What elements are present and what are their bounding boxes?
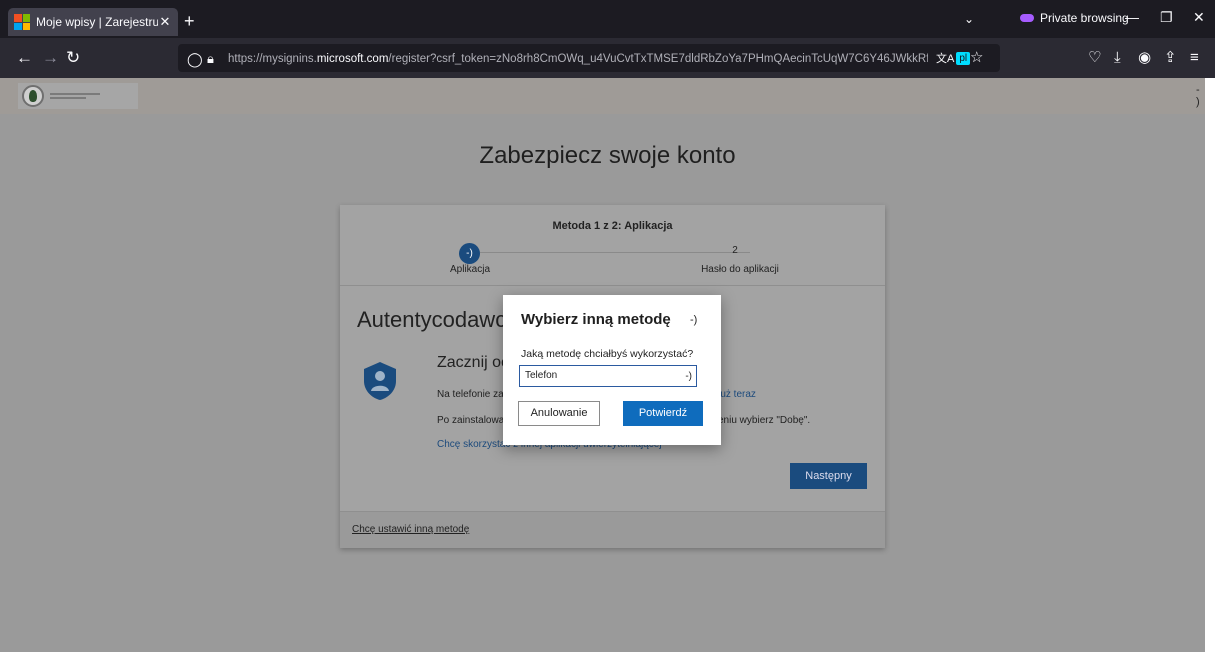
private-browsing-indicator: Private browsing [1020,11,1129,25]
section-title: Autentycodawca [357,307,519,332]
shield-icon[interactable]: ◯ [187,49,203,69]
step-2-indicator: 2 [732,245,738,256]
private-browsing-label: Private browsing [1040,11,1129,25]
translate-language-badge: pl [956,51,971,65]
instruction-text-1: Na telefonie za [437,389,504,400]
reload-icon[interactable]: ↻ [66,48,80,68]
back-arrow-icon[interactable]: ← [16,48,33,68]
account-icon[interactable]: ◉ [1138,48,1151,68]
authenticator-app-icon [364,362,396,400]
next-button[interactable]: Następny [790,463,867,489]
university-seal-icon [22,85,44,107]
page-title: Zabezpiecz swoje konto [479,142,736,169]
url-text[interactable]: https://mysignins.microsoft.com/register… [228,53,928,65]
menu-icon[interactable]: ≡ [1190,48,1199,68]
browser-titlebar: Moje wpisy | Zarejestruj się | Mic ✕ + ⌄… [0,0,1215,38]
new-tab-button[interactable]: + [184,12,195,30]
microsoft-favicon-icon [14,14,30,30]
tab-close-icon[interactable]: ✕ [158,14,172,30]
dialog-title: Wybierz inną metodę [521,311,671,328]
method-title: Metoda 1 z 2: Aplikacja [552,220,673,232]
pocket-icon[interactable]: ♡ [1088,48,1101,68]
private-mask-icon [1020,14,1034,22]
download-icon[interactable]: ⤓ [1114,48,1121,68]
method-select[interactable]: Telefon -) [519,365,697,387]
browser-tab-active[interactable]: Moje wpisy | Zarejestruj się | Mic ✕ [8,8,178,36]
tab-title: Moje wpisy | Zarejestruj się | Mic [36,15,158,29]
card-footer: Chcę ustawić inną metodę [340,511,885,548]
start-title: Zacznij oc [437,354,510,371]
step-1-label: Aplikacja [449,264,491,275]
method-select-value: Telefon [525,370,558,381]
scroll-marks: - ) [1196,84,1200,108]
choose-method-dialog: Wybierz inną metodę -) Jaką metodę chcia… [503,295,721,445]
stepper-line [480,252,750,253]
dialog-question: Jaką metodę chciałbyś wykorzystać? [521,348,694,360]
confirm-button[interactable]: Potwierdź [623,401,703,426]
translate-icon[interactable]: 文A pl [936,50,971,66]
card-divider [340,285,885,286]
step-2-label: Hasło do aplikacji [701,264,779,275]
other-method-link[interactable]: Chcę ustawić inną metodę [352,524,469,535]
star-icon[interactable]: ☆ [970,48,983,66]
dialog-close-icon[interactable]: -) [690,314,697,326]
list-all-tabs-button[interactable]: ⌄ [964,12,974,26]
university-logo [18,83,138,109]
instruction-text-2-end: eniu wybierz "Dobę". [718,415,811,426]
minimize-icon[interactable]: — [1125,9,1139,25]
chevron-down-icon: -) [685,371,692,382]
restore-icon[interactable]: ❐ [1160,9,1173,26]
lock-icon[interactable]: 🔒︎ [207,49,214,69]
page-viewport: - ) Zabezpiecz swoje konto Metoda 1 z 2:… [0,78,1215,652]
window-close-icon[interactable]: ✕ [1193,9,1205,26]
step-1-indicator: -) [459,243,480,264]
site-header [0,78,1205,114]
extensions-icon[interactable]: ⇪ [1164,48,1177,68]
instruction-text-2: Po zainstalowa [437,415,505,426]
forward-arrow-icon[interactable]: → [42,48,59,68]
cancel-button[interactable]: Anulowanie [518,401,600,426]
